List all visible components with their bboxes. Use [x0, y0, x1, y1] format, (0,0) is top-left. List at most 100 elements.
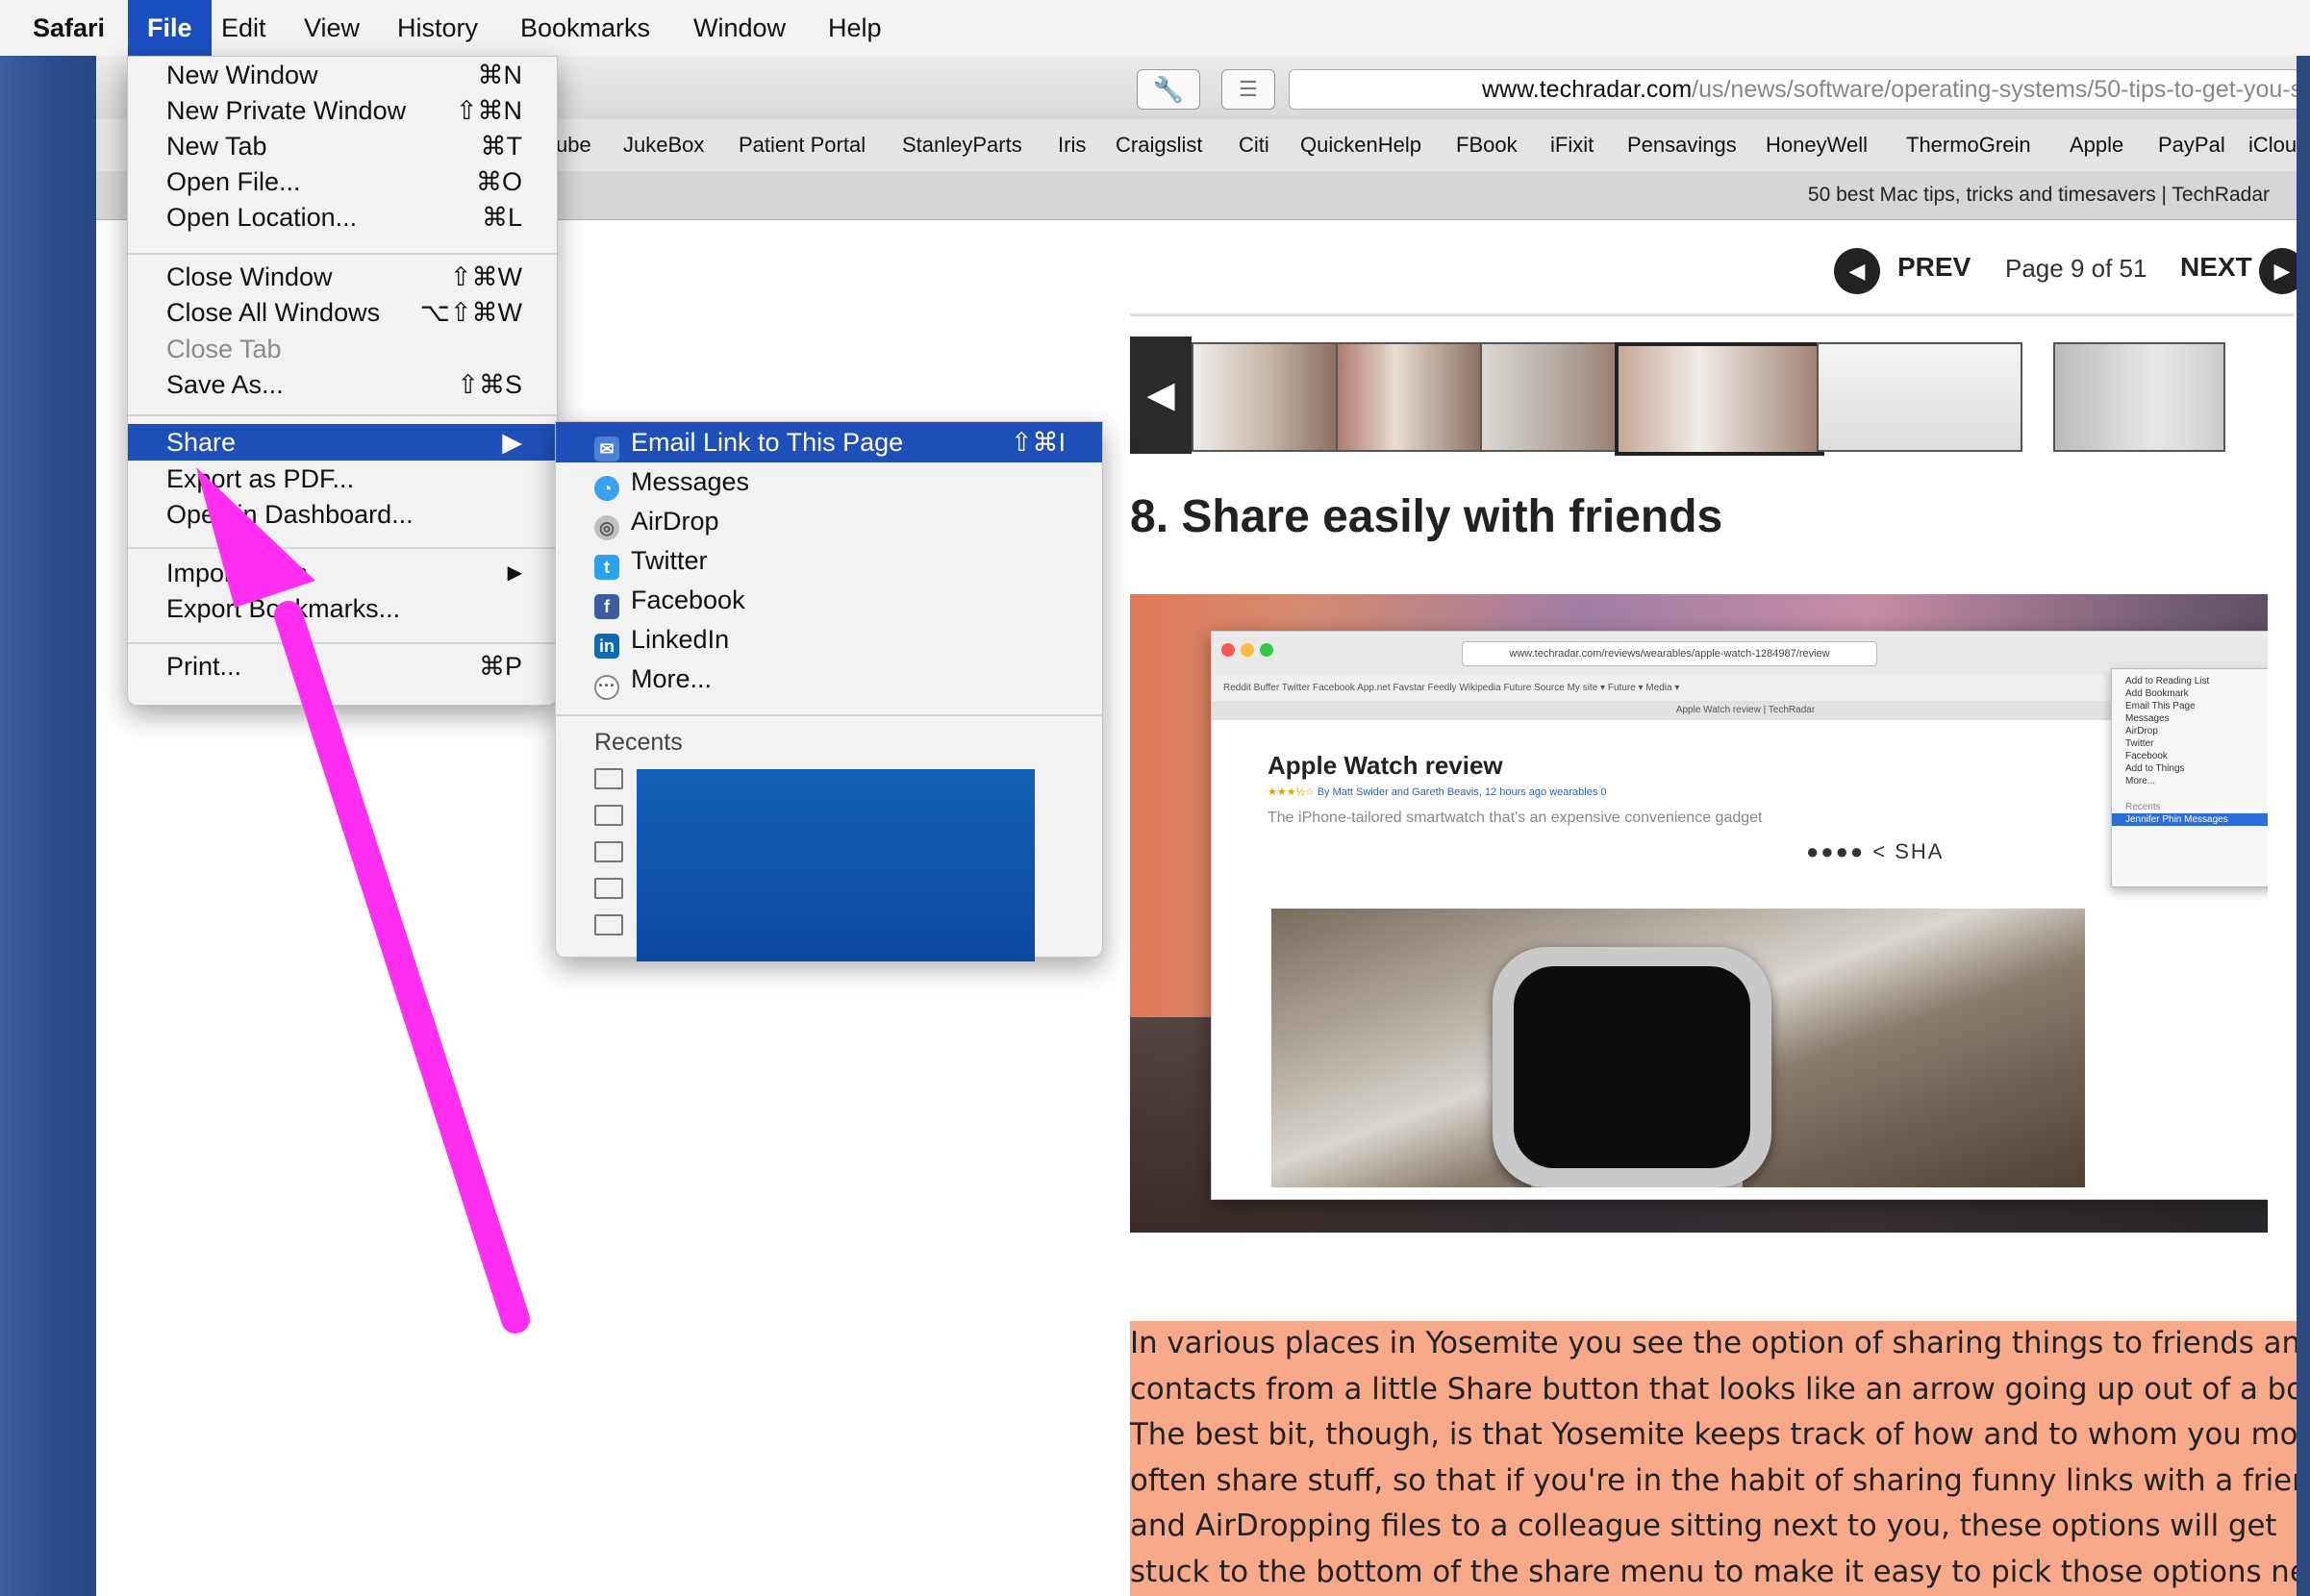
url-host: www.techradar.com [1482, 76, 1693, 103]
carousel-thumbnail[interactable] [1817, 342, 2022, 452]
hero-summary: The iPhone-tailored smartwatch that's an… [1268, 810, 1763, 826]
bookmark-item[interactable]: iFixit [1550, 119, 1594, 171]
mail-icon[interactable] [594, 914, 623, 935]
bookmark-item[interactable]: Craigslist [1116, 119, 1202, 171]
url-path: /us/news/software/operating-systems/50-t… [1692, 76, 2297, 103]
bookmark-item[interactable]: Citi [1239, 119, 1269, 171]
menu-item-new-tab[interactable]: New Tab ⌘T [166, 129, 522, 163]
linkedin-icon: in [594, 634, 619, 659]
menu-safari[interactable]: Safari [33, 0, 105, 56]
menu-window[interactable]: Window [693, 0, 786, 56]
recents-label: Recents [594, 729, 683, 756]
hero-menu-item: Messages [2125, 713, 2170, 724]
desktop-background-right [2297, 56, 2310, 1596]
hero-menu-item: Add to Things [2125, 763, 2185, 774]
page-navigation: ◀ PREV Page 9 of 51 NEXT ▶ [1130, 227, 2297, 316]
hero-toolbar: www.techradar.com/reviews/wearables/appl… [1212, 632, 2268, 677]
share-item-twitter[interactable]: t Twitter [594, 542, 1075, 580]
menu-item-import-from[interactable]: Import From ▶ [166, 556, 522, 590]
next-arrow-icon[interactable]: ▶ [2259, 248, 2297, 294]
bookmark-item[interactable]: JukeBox [623, 119, 704, 171]
hero-menu-recents: Recents [2125, 802, 2161, 812]
hero-menu-item: Add to Reading List [2125, 676, 2210, 686]
carousel-thumbnail[interactable] [2053, 342, 2225, 452]
hero-menu-recent-item: Jennifer Phin Messages [2112, 813, 2268, 826]
bookmark-item[interactable]: ThermoGrein [1906, 119, 2031, 171]
hero-menu-item: Add Bookmark [2125, 688, 2189, 699]
mail-icon[interactable] [594, 805, 623, 826]
desktop-background [0, 56, 96, 1596]
mail-icon[interactable] [594, 878, 623, 899]
slide-carousel: ◀ ▶ [1130, 337, 2297, 456]
mail-icon: ✉ [594, 436, 619, 461]
bookmark-item[interactable]: HoneyWell [1766, 119, 1868, 171]
prev-arrow-icon[interactable]: ◀ [1834, 248, 1880, 294]
bookmark-item[interactable]: Iris [1058, 119, 1086, 171]
bookmark-item[interactable]: Pensavings [1627, 119, 1737, 171]
carousel-thumbnail[interactable] [1480, 342, 1619, 452]
reader-icon[interactable]: ☰ [1221, 69, 1275, 110]
menu-item-export-pdf[interactable]: Export as PDF... [166, 461, 522, 496]
prev-button[interactable]: PREV [1897, 252, 1971, 283]
share-item-facebook[interactable]: f Facebook [594, 582, 1075, 619]
menu-item-open-location[interactable]: Open Location... ⌘L [166, 200, 522, 235]
menu-item-share[interactable]: Share ▶ [166, 425, 522, 460]
menu-edit[interactable]: Edit [221, 0, 266, 56]
wrench-icon[interactable]: 🔧 [1137, 69, 1200, 110]
hero-stars: ★★★½☆ [1268, 786, 1315, 798]
bookmark-item[interactable]: Apple [2070, 119, 2123, 171]
menu-item-export-bookmarks[interactable]: Export Bookmarks... [166, 591, 522, 626]
file-menu: New Window ⌘N New Private Window ⇧⌘N New T… [127, 56, 558, 706]
carousel-thumbnail-current[interactable] [1615, 342, 1824, 456]
bookmark-item[interactable]: FBook [1456, 119, 1518, 171]
mail-icon[interactable] [594, 768, 623, 789]
menu-item-new-private-window[interactable]: New Private Window ⇧⌘N [166, 93, 522, 128]
share-item-messages[interactable]: ◔ Messages [594, 463, 1075, 501]
bookmark-item[interactable]: StanleyParts [902, 119, 1022, 171]
share-item-airdrop[interactable]: ◎ AirDrop [594, 503, 1075, 540]
messages-icon: ◔ [594, 476, 619, 501]
bookmark-item[interactable]: PayPal [2158, 119, 2225, 171]
bookmark-item[interactable]: QuickenHelp [1300, 119, 1421, 171]
share-item-email-link[interactable]: ✉ Email Link to This Page ⇧⌘I [594, 424, 1075, 461]
article-image: www.techradar.com/reviews/wearables/appl… [1130, 594, 2268, 1233]
share-item-linkedin[interactable]: in LinkedIn [594, 621, 1075, 659]
bookmark-item[interactable]: ube [556, 119, 591, 171]
menu-item-open-in-dashboard[interactable]: Open in Dashboard... [166, 497, 522, 532]
chevron-right-icon: ▶ [502, 428, 522, 457]
carousel-left-arrow-icon[interactable]: ◀ [1130, 337, 1192, 454]
menu-help[interactable]: Help [828, 0, 882, 56]
hero-menu-item: Facebook [2125, 751, 2168, 761]
hero-watch-photo [1271, 909, 2085, 1187]
menu-item-close-tab: Close Tab [166, 335, 282, 363]
article-heading: 8. Share easily with friends [1130, 491, 1723, 542]
twitter-icon: t [594, 555, 619, 580]
menu-item-close-all-windows[interactable]: Close All Windows ⌥⇧⌘W [166, 295, 522, 330]
facebook-icon: f [594, 594, 619, 619]
address-bar[interactable]: www.techradar.com/us/news/software/opera… [1289, 69, 2297, 110]
tab-title[interactable]: 50 best Mac tips, tricks and timesavers … [1808, 171, 2270, 219]
hero-byline-text: By Matt Swider and Gareth Beavis, 12 hou… [1317, 786, 1607, 798]
mail-icon[interactable] [594, 841, 623, 862]
share-item-more[interactable]: ··· More... [594, 661, 1075, 700]
menu-item-new-window[interactable]: New Window ⌘N [166, 58, 522, 92]
hero-window-controls [1221, 643, 1279, 661]
menu-item-print[interactable]: Print... ⌘P [166, 649, 522, 684]
bookmark-item[interactable]: Patient Portal [739, 119, 866, 171]
page-count: Page 9 of 51 [2005, 254, 2147, 283]
hero-menu-item: AirDrop [2125, 726, 2158, 736]
menu-item-save-as[interactable]: Save As... ⇧⌘S [166, 367, 522, 402]
menu-view[interactable]: View [304, 0, 360, 56]
menu-bookmarks[interactable]: Bookmarks [520, 0, 650, 56]
menu-item-open-file[interactable]: Open File... ⌘O [166, 164, 522, 199]
hero-byline: ★★★½☆ By Matt Swider and Gareth Beavis, … [1268, 786, 1607, 798]
bookmark-item[interactable]: iClou [2248, 119, 2297, 171]
menu-file[interactable]: File [128, 0, 212, 56]
hero-watch [1493, 947, 1771, 1187]
carousel-thumbnail[interactable] [1192, 342, 1340, 452]
carousel-thumbnail[interactable] [1336, 342, 1484, 452]
next-button[interactable]: NEXT [2180, 252, 2252, 283]
menu-item-close-window[interactable]: Close Window ⇧⌘W [166, 260, 522, 294]
menu-history[interactable]: History [397, 0, 478, 56]
menu-separator [128, 414, 557, 416]
